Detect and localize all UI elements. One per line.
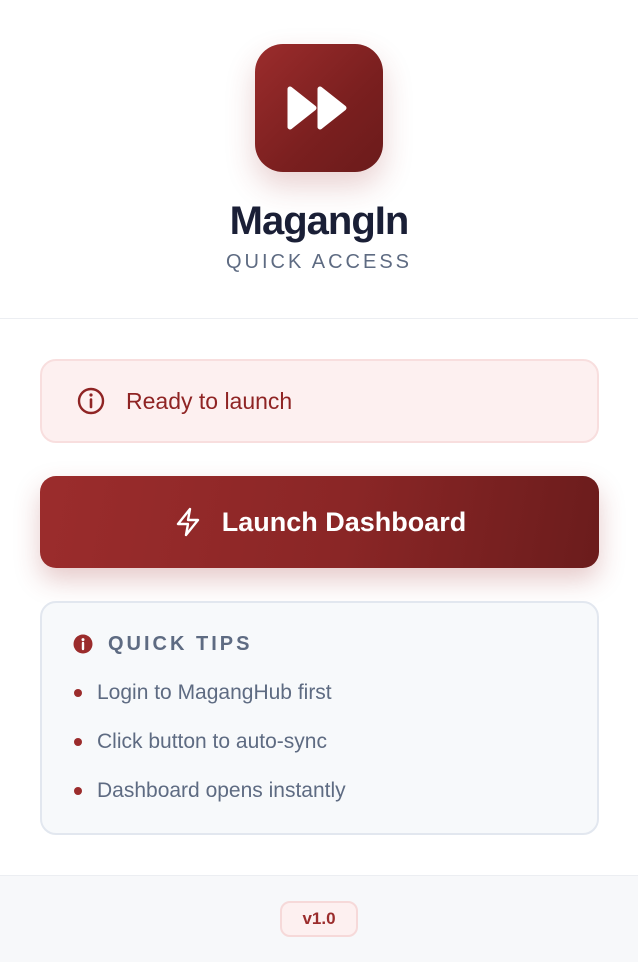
app-logo bbox=[255, 44, 383, 172]
tips-header: QUICK TIPS bbox=[73, 631, 597, 657]
launch-button-label: Launch Dashboard bbox=[221, 507, 467, 537]
tips-title: QUICK TIPS bbox=[108, 633, 253, 655]
launch-dashboard-button[interactable]: Launch Dashboard bbox=[40, 476, 599, 568]
tips-list: Login to MagangHub first Click button to… bbox=[73, 668, 597, 815]
fast-forward-icon bbox=[287, 86, 347, 130]
list-item: Dashboard opens instantly bbox=[73, 766, 597, 815]
list-item: Click button to auto-sync bbox=[73, 717, 597, 766]
app-title: MagangIn bbox=[229, 199, 410, 243]
info-circle-icon bbox=[76, 386, 106, 416]
popup-panel: MagangIn QUICK ACCESS Ready to launch La… bbox=[0, 0, 638, 962]
list-item: Login to MagangHub first bbox=[73, 668, 597, 717]
bullet-icon bbox=[74, 737, 82, 746]
version-badge: v1.0 bbox=[280, 901, 358, 937]
app-subtitle: QUICK ACCESS bbox=[225, 251, 413, 273]
bullet-icon bbox=[74, 688, 82, 697]
tip-text: Dashboard opens instantly bbox=[97, 778, 346, 802]
status-text: Ready to launch bbox=[126, 388, 293, 414]
main-content: Ready to launch Launch Dashboard QUICK T… bbox=[0, 319, 638, 835]
bullet-icon bbox=[74, 786, 82, 795]
status-banner: Ready to launch bbox=[40, 359, 599, 443]
lightning-bolt-icon bbox=[173, 507, 203, 537]
footer: v1.0 bbox=[0, 875, 638, 962]
quick-tips-card: QUICK TIPS Login to MagangHub first Clic… bbox=[40, 601, 599, 835]
info-filled-icon bbox=[73, 634, 93, 654]
tip-text: Login to MagangHub first bbox=[97, 680, 332, 704]
header: MagangIn QUICK ACCESS bbox=[0, 0, 638, 319]
tip-text: Click button to auto-sync bbox=[97, 729, 327, 753]
